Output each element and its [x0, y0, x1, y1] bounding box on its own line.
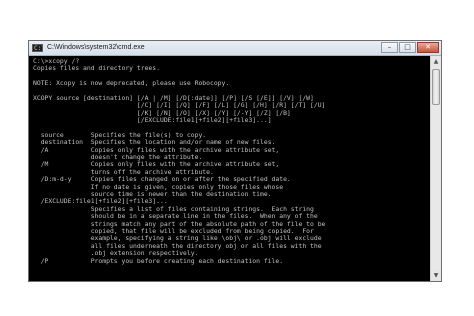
window-title: C:\Windows\system32\cmd.exe	[47, 44, 145, 51]
close-button[interactable]: ✕	[417, 42, 439, 53]
scrollbar-thumb[interactable]	[432, 69, 440, 105]
scroll-up-button[interactable]: ▲	[431, 56, 441, 67]
cmd-app-icon: C:\	[32, 44, 43, 52]
title-bar[interactable]: C:\ C:\Windows\system32\cmd.exe – □ ✕	[29, 41, 441, 56]
console-line: NOTE: Xcopy is now deprecated, please us…	[33, 79, 230, 88]
maximize-button[interactable]: □	[399, 42, 416, 53]
window-client-area: C:\>xcopy /? Copies files and directory t…	[29, 56, 441, 281]
vertical-scrollbar[interactable]: ▲ ▼	[430, 56, 441, 281]
console-output[interactable]: C:\>xcopy /? Copies files and directory t…	[29, 56, 430, 281]
minimize-button[interactable]: –	[381, 42, 398, 53]
cmd-window: C:\ C:\Windows\system32\cmd.exe – □ ✕ C:…	[28, 40, 442, 282]
scroll-down-button[interactable]: ▼	[431, 270, 441, 281]
console-line: [/EXCLUDE:file1[+file2][+file3]...]	[33, 116, 272, 125]
console-line: Copies files and directory trees.	[33, 64, 160, 73]
console-line: /P Prompts you before creating each dest…	[33, 256, 284, 265]
window-controls: – □ ✕	[381, 42, 439, 53]
